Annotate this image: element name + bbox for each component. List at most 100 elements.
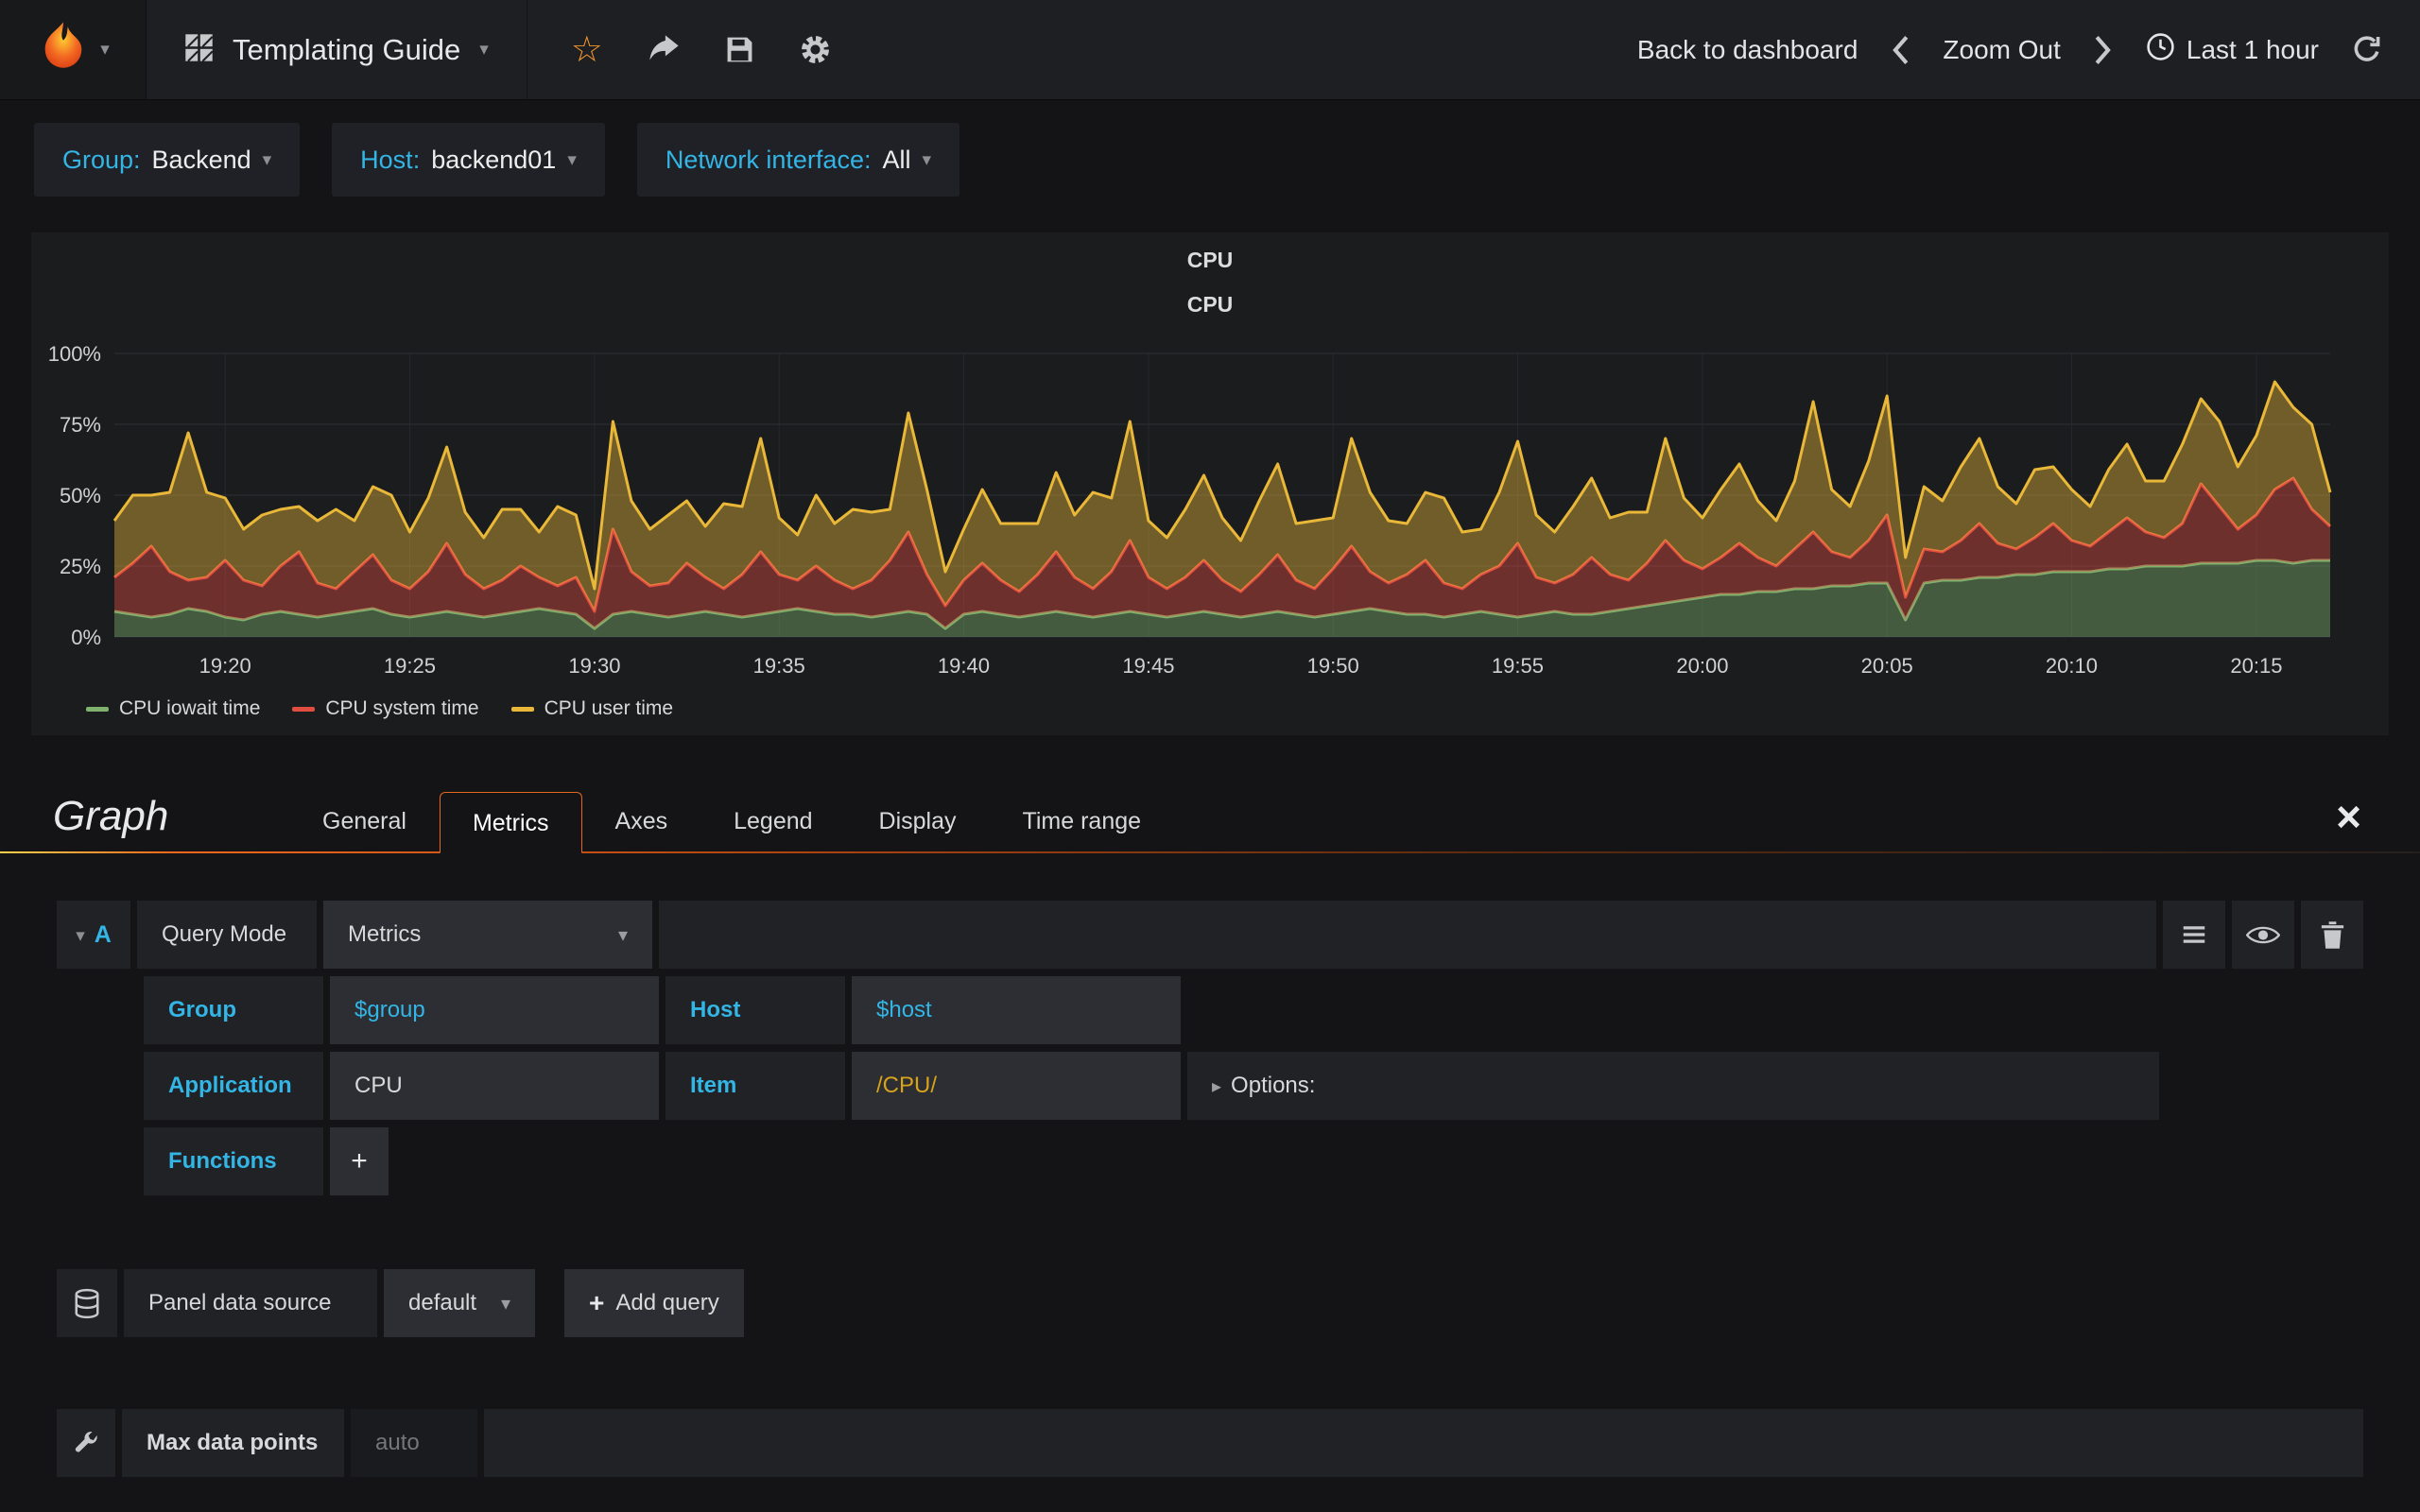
chevron-down-icon: [501, 1290, 510, 1316]
datasource-row: Panel data source default Add query: [0, 1269, 2420, 1337]
cpu-chart[interactable]: 19:20 19:25 19:30 19:35 19:40 19:45 19:50 19:55…: [31, 319, 2390, 690]
item-label: Item: [666, 1052, 845, 1120]
collapse-caret-icon: [76, 921, 85, 948]
legend-swatch: [292, 706, 316, 712]
svg-text:20:05: 20:05: [1861, 654, 1913, 678]
grafana-logo-button[interactable]: [0, 0, 147, 99]
max-data-points-label: Max data points: [122, 1409, 344, 1477]
svg-text:75%: 75%: [60, 413, 101, 437]
svg-text:20:00: 20:00: [1676, 654, 1728, 678]
editor-header: Graph General Metrics Axes Legend Displa…: [0, 790, 2420, 853]
chevron-down-icon: [922, 149, 931, 171]
dashboard-grid-icon: [184, 33, 214, 67]
editor-tabs: General Metrics Axes Legend Display Time…: [289, 790, 2330, 853]
graph-title: CPU: [1186, 292, 1234, 317]
options-label: Options:: [1231, 1073, 1316, 1098]
query-delete-button[interactable]: [2301, 901, 2363, 969]
svg-text:19:40: 19:40: [938, 654, 990, 678]
tab-legend[interactable]: Legend: [700, 790, 845, 851]
add-function-button[interactable]: [330, 1127, 389, 1195]
tab-axes[interactable]: Axes: [582, 790, 701, 851]
variable-host-dropdown[interactable]: Host: backend01: [332, 123, 605, 197]
svg-text:19:45: 19:45: [1122, 654, 1174, 678]
max-data-points-row: Max data points auto: [0, 1409, 2420, 1477]
time-shift-left-icon[interactable]: [1890, 34, 1910, 66]
svg-text:0%: 0%: [71, 626, 101, 649]
tab-metrics[interactable]: Metrics: [439, 792, 582, 853]
chevron-down-icon: [567, 149, 577, 171]
datasource-select[interactable]: default: [384, 1269, 535, 1337]
time-shift-right-icon[interactable]: [2093, 34, 2114, 66]
svg-text:19:50: 19:50: [1307, 654, 1359, 678]
dashboard-title-caret-icon: [479, 39, 489, 60]
wrench-icon: [57, 1409, 115, 1477]
legend-series-name: CPU iowait time: [119, 697, 261, 719]
item-input[interactable]: /CPU/: [852, 1052, 1181, 1120]
database-icon: [57, 1269, 117, 1337]
chevron-down-icon: [618, 921, 628, 948]
variable-label: Host:: [360, 145, 421, 174]
navbar: Templating Guide ☆ Back to dashboard Zoo…: [0, 0, 2420, 100]
max-data-points-input[interactable]: auto: [351, 1409, 477, 1477]
query-menu-button[interactable]: [2163, 901, 2225, 969]
functions-label: Functions: [144, 1127, 323, 1195]
query-row-a: A Query Mode Metrics: [57, 901, 2363, 969]
zoom-out-button[interactable]: Zoom Out: [1943, 35, 2060, 65]
refresh-icon[interactable]: [2351, 34, 2382, 65]
variable-label: Network interface:: [665, 145, 872, 174]
svg-text:20:10: 20:10: [2046, 654, 2098, 678]
add-query-button[interactable]: Add query: [564, 1269, 744, 1337]
tab-display[interactable]: Display: [846, 790, 990, 851]
panel-title[interactable]: CPU: [31, 238, 2389, 277]
query-mode-select[interactable]: Metrics: [323, 901, 652, 969]
legend-item[interactable]: CPU user time: [510, 697, 674, 720]
application-input[interactable]: CPU: [330, 1052, 659, 1120]
svg-text:50%: 50%: [60, 484, 101, 507]
query-collapse-toggle[interactable]: A: [57, 901, 130, 969]
variable-value: All: [882, 145, 911, 174]
group-input[interactable]: $group: [330, 976, 659, 1044]
caret-right-icon: [1212, 1073, 1221, 1099]
group-label: Group: [144, 976, 323, 1044]
dashboard-actions: ☆: [527, 0, 874, 99]
template-variables-row: Group: Backend Host: backend01 Network i…: [0, 100, 2420, 219]
legend-item[interactable]: CPU system time: [292, 697, 479, 720]
cpu-panel: CPU CPU 19:20 19:25 19:30 19:35 19:40 19:45 19…: [31, 232, 2389, 735]
datasource-value: default: [408, 1290, 477, 1315]
time-range-picker[interactable]: Last 1 hour: [2146, 32, 2319, 68]
star-icon[interactable]: ☆: [571, 32, 603, 68]
max-data-points-filler: [484, 1409, 2363, 1477]
dashboard-title-dropdown[interactable]: Templating Guide: [147, 0, 527, 99]
share-icon[interactable]: [648, 34, 680, 65]
svg-text:19:20: 19:20: [199, 654, 251, 678]
legend-item[interactable]: CPU iowait time: [86, 697, 260, 720]
variable-group-dropdown[interactable]: Group: Backend: [34, 123, 301, 197]
host-label: Host: [666, 976, 845, 1044]
clock-icon: [2146, 32, 2175, 68]
close-editor-icon[interactable]: [2330, 795, 2367, 851]
svg-text:100%: 100%: [48, 342, 101, 366]
gear-icon[interactable]: [800, 34, 831, 65]
legend-swatch: [86, 706, 109, 712]
options-toggle[interactable]: Options:: [1187, 1052, 2159, 1120]
host-input[interactable]: $host: [852, 976, 1181, 1044]
org-switcher-caret-icon: [100, 39, 110, 60]
back-to-dashboard-button[interactable]: Back to dashboard: [1637, 35, 1858, 65]
dashboard-title: Templating Guide: [233, 32, 461, 66]
legend-series-name: CPU user time: [544, 697, 674, 719]
variable-value: backend01: [431, 145, 557, 174]
query-mode-label: Query Mode: [137, 901, 317, 969]
save-icon[interactable]: [725, 35, 754, 64]
grafana-flame-icon: [36, 20, 91, 79]
svg-text:20:15: 20:15: [2230, 654, 2282, 678]
legend-series-name: CPU system time: [325, 697, 479, 719]
query-row-filler: [659, 901, 2156, 969]
editor-panel-type: Graph: [53, 793, 169, 839]
panel-data-source-label: Panel data source: [124, 1269, 377, 1337]
query-row-application-item: Application CPU Item /CPU/ Options:: [57, 1052, 2363, 1120]
legend-swatch: [510, 706, 534, 712]
tab-time-range[interactable]: Time range: [990, 790, 1175, 851]
tab-general[interactable]: General: [289, 790, 440, 851]
query-toggle-visibility-button[interactable]: [2232, 901, 2294, 969]
variable-netif-dropdown[interactable]: Network interface: All: [636, 123, 960, 197]
